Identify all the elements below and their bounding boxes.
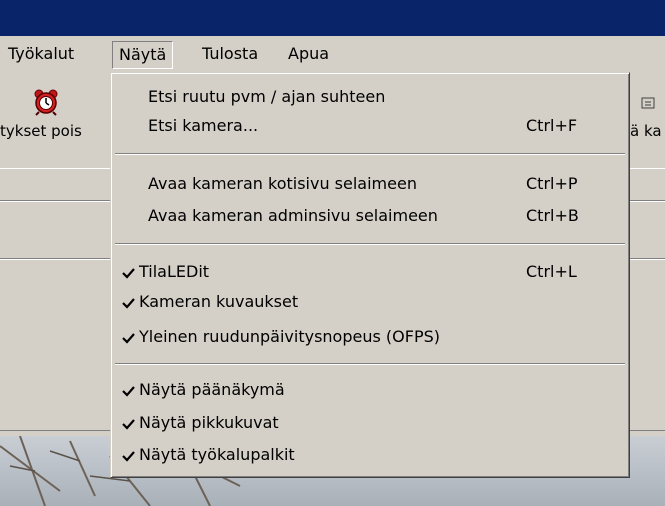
menu-item-label: Näytä pikkukuvat [139, 413, 279, 432]
menu-item-find-by-time[interactable]: Etsi ruutu pvm / ajan suhteen [111, 83, 629, 111]
menu-tulosta[interactable]: Tulosta [196, 42, 264, 66]
window-titlebar [0, 0, 665, 36]
menu-item-show-toolbars[interactable]: Näytä työkalupalkit [111, 441, 629, 469]
menu-item-shortcut: Ctrl+F [526, 116, 578, 135]
menu-item-label: Näytä päänäkymä [139, 380, 285, 399]
menu-item-find-camera[interactable]: Etsi kamera... Ctrl+F [111, 112, 629, 140]
menu-item-show-thumbnails[interactable]: Näytä pikkukuvat [111, 409, 629, 437]
menu-bar: Työkalut Näytä Tulosta Apua [0, 36, 665, 72]
menu-item-status-leds[interactable]: TilaLEDit Ctrl+L [111, 258, 629, 286]
menu-item-label: Etsi ruutu pvm / ajan suhteen [148, 87, 386, 106]
menu-apua[interactable]: Apua [282, 42, 335, 66]
menu-item-open-adminpage[interactable]: Avaa kameran adminsivu selaimeen Ctrl+B [111, 202, 629, 230]
checkmark-icon [121, 376, 137, 404]
menu-item-shortcut: Ctrl+P [526, 174, 578, 193]
menu-item-label: Yleinen ruudunpäivitysnopeus (OFPS) [139, 327, 440, 346]
menu-item-label: Avaa kameran kotisivu selaimeen [148, 174, 417, 193]
checkmark-icon [121, 323, 137, 351]
menu-item-label: Avaa kameran adminsivu selaimeen [148, 206, 438, 225]
menu-nayta[interactable]: Näytä [112, 41, 174, 69]
menu-item-label: TilaLEDit [139, 262, 210, 281]
menu-item-open-homepage[interactable]: Avaa kameran kotisivu selaimeen Ctrl+P [111, 170, 629, 198]
view-dropdown-menu: Etsi ruutu pvm / ajan suhteen Etsi kamer… [110, 72, 630, 478]
toolbar-icon-right[interactable] [640, 94, 660, 114]
menu-item-show-main-view[interactable]: Näytä päänäkymä [111, 376, 629, 404]
menu-separator [115, 153, 625, 155]
checkmark-icon [121, 441, 137, 469]
menu-item-ofps[interactable]: Yleinen ruudunpäivitysnopeus (OFPS) [111, 323, 629, 351]
checkmark-icon [121, 409, 137, 437]
menu-item-label: Etsi kamera... [148, 116, 259, 135]
alarm-clock-icon[interactable] [33, 88, 59, 116]
menu-tyokalut[interactable]: Työkalut [2, 42, 80, 66]
checkmark-icon [121, 288, 137, 316]
menu-separator [115, 243, 625, 245]
toolbar-label-left[interactable]: tykset pois [0, 122, 82, 140]
checkmark-icon [121, 258, 137, 286]
toolbar-label-right[interactable]: ä ka [630, 122, 662, 140]
menu-item-label: Kameran kuvaukset [139, 292, 299, 311]
menu-item-label: Näytä työkalupalkit [139, 445, 295, 464]
menu-separator [115, 363, 625, 365]
menu-item-shortcut: Ctrl+B [526, 206, 579, 225]
menu-item-shortcut: Ctrl+L [526, 262, 577, 281]
menu-item-camera-descriptions[interactable]: Kameran kuvaukset [111, 288, 629, 316]
